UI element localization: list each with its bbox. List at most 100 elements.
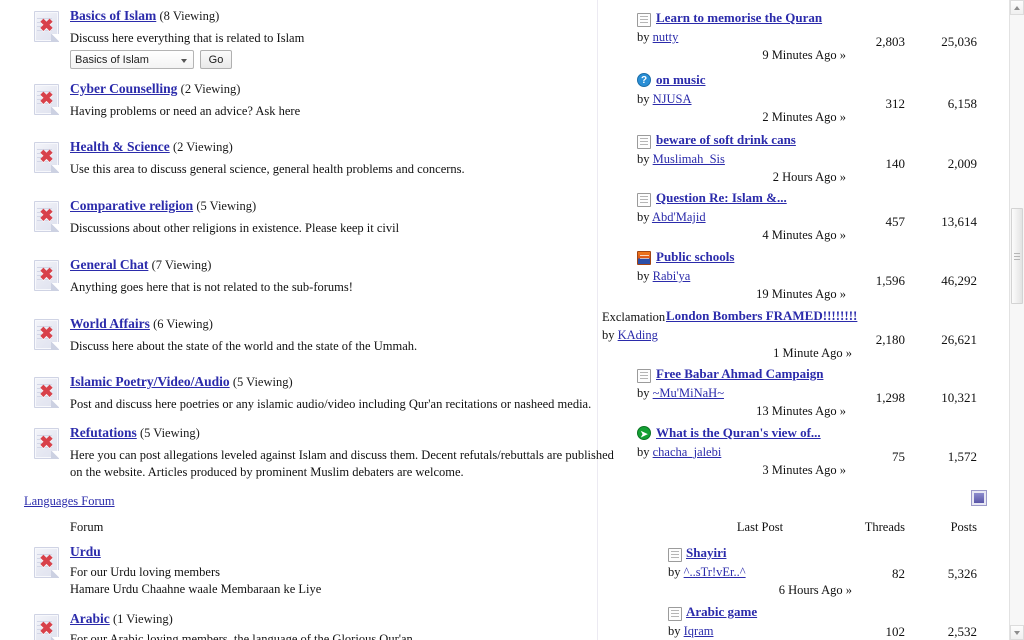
forum-description: Use this area to discuss general science… (70, 162, 465, 176)
forum-description: For our Urdu loving members (70, 565, 220, 579)
thread-author-line: by nutty (637, 30, 678, 45)
thread-author-line: by Rabi'ya (637, 269, 690, 284)
chevron-down-icon (1014, 630, 1020, 635)
thread-timestamp: 13 Minutes Ago » (756, 404, 846, 418)
forum-link[interactable]: General Chat (70, 257, 148, 272)
thread-title-link[interactable]: What is the Quran's view of... (656, 425, 821, 441)
column-header-posts: Posts (950, 520, 977, 534)
thread-author-line: by Muslimah_Sis (637, 152, 725, 167)
forum-description: Discussions about other religions in exi… (70, 221, 400, 235)
forum-link[interactable]: Basics of Islam (70, 8, 156, 23)
thread-title-link[interactable]: London Bombers FRAMED!!!!!!!! (666, 308, 857, 324)
by-label: by (668, 565, 681, 579)
threads-count: 457 (885, 214, 906, 229)
doc-icon (637, 369, 651, 383)
forum-viewing-count: (2 Viewing) (180, 82, 241, 96)
forum-description: For our Arabic loving members, the langu… (70, 632, 413, 640)
author-link[interactable]: Muslimah_Sis (653, 152, 725, 166)
thread-timestamp: 19 Minutes Ago » (756, 287, 846, 301)
author-link[interactable]: KAding (618, 328, 658, 342)
by-label: by (637, 269, 650, 283)
forum-link[interactable]: Cyber Counselling (70, 81, 177, 96)
thread-title-link[interactable]: on music (656, 72, 705, 88)
thread-title-link[interactable]: Public schools (656, 249, 734, 265)
author-link[interactable]: nutty (653, 30, 679, 44)
column-divider (597, 0, 598, 640)
threads-count: 2,803 (875, 34, 905, 49)
forum-link[interactable]: Urdu (70, 544, 101, 559)
doc-icon (637, 193, 651, 207)
forum-viewing-count: (5 Viewing) (232, 375, 293, 389)
forum-jump-box: Basics of Islam Go (70, 50, 232, 69)
forum-description: Post and discuss here poetries or any is… (70, 397, 592, 411)
scrollbar-thumb[interactable] (1011, 208, 1023, 304)
forum-title-line: Urdu (70, 544, 101, 560)
vertical-scrollbar[interactable] (1009, 0, 1024, 640)
thread-title-link[interactable]: Shayiri (686, 545, 726, 561)
by-label: by (602, 328, 615, 342)
author-link[interactable]: Rabi'ya (653, 269, 691, 283)
forum-title-line: Health & Science (2 Viewing) (70, 139, 233, 155)
by-label: by (637, 30, 650, 44)
doc-icon (637, 135, 651, 149)
forum-title-line: Arabic (1 Viewing) (70, 611, 173, 627)
scroll-up-button[interactable] (1010, 0, 1024, 15)
forum-status-icon: ✖ (28, 318, 64, 352)
thread-title-link[interactable]: Learn to memorise the Quran (656, 10, 822, 26)
forum-link[interactable]: Comparative religion (70, 198, 193, 213)
author-link[interactable]: Abd'Majid (652, 210, 706, 224)
collapse-section-button[interactable] (972, 491, 986, 505)
posts-count: 5,326 (947, 566, 977, 581)
thread-title-link[interactable]: Question Re: Islam &... (656, 190, 787, 206)
author-link[interactable]: ~Mu'MiNaH~ (653, 386, 724, 400)
posts-count: 1,572 (947, 449, 977, 464)
arrow-icon: ➤ (637, 426, 651, 440)
forum-title-line: Refutations (5 Viewing) (70, 425, 200, 441)
author-link[interactable]: ^..sTr!vEr..^ (684, 565, 746, 579)
threads-count: 75 (892, 449, 905, 464)
thread-timestamp: 2 Hours Ago » (772, 170, 846, 184)
thread-author-line: by NJUSA (637, 92, 692, 107)
forum-viewing-count: (5 Viewing) (140, 426, 200, 440)
forum-link[interactable]: Refutations (70, 425, 137, 440)
forum-link[interactable]: World Affairs (70, 316, 150, 331)
forum-title-line: Islamic Poetry/Video/Audio (5 Viewing) (70, 374, 293, 390)
forum-title-line: Comparative religion (5 Viewing) (70, 198, 256, 214)
forum-description-line2: on the website. Articles produced by pro… (70, 465, 464, 479)
posts-count: 2,532 (947, 624, 977, 639)
forum-title-line: Basics of Islam (8 Viewing) (70, 8, 219, 24)
doc-icon (668, 607, 682, 621)
forum-description-line2: Hamare Urdu Chaahne waale Membaraan ke L… (70, 582, 322, 596)
poll-icon (637, 251, 651, 265)
threads-count: 2,180 (875, 332, 905, 347)
posts-count: 6,158 (947, 96, 977, 111)
forum-link[interactable]: Islamic Poetry/Video/Audio (70, 374, 230, 389)
forum-page: ✖ Basics of Islam (8 Viewing) Discuss he… (0, 0, 1024, 640)
doc-icon (668, 548, 682, 562)
thread-title-link[interactable]: beware of soft drink cans (656, 132, 796, 148)
forum-viewing-count: (2 Viewing) (172, 140, 233, 154)
languages-forum-link[interactable]: Languages Forum (24, 494, 115, 509)
by-label: by (637, 152, 650, 166)
author-link[interactable]: NJUSA (653, 92, 692, 106)
forum-link[interactable]: Health & Science (70, 139, 170, 154)
author-link[interactable]: chacha_jalebi (653, 445, 722, 459)
forum-jump-select[interactable]: Basics of Islam (70, 50, 194, 69)
author-link[interactable]: Iqram (684, 624, 714, 638)
go-button[interactable]: Go (200, 50, 232, 69)
forum-viewing-count: (7 Viewing) (151, 258, 212, 272)
thread-author-line: by Iqram (668, 624, 713, 639)
forum-status-icon: ✖ (28, 259, 64, 293)
scroll-down-button[interactable] (1010, 625, 1024, 640)
forum-description: Discuss here about the state of the worl… (70, 339, 418, 353)
forum-title-line: General Chat (7 Viewing) (70, 257, 211, 273)
thread-title-link[interactable]: Free Babar Ahmad Campaign (656, 366, 823, 382)
column-header-forum: Forum (70, 520, 104, 534)
forum-link[interactable]: Arabic (70, 611, 110, 626)
column-header-threads: Threads (864, 520, 905, 534)
thread-title-link[interactable]: Arabic game (686, 604, 757, 620)
by-label: by (637, 445, 650, 459)
forum-status-icon: ✖ (28, 613, 64, 640)
posts-count: 46,292 (941, 273, 977, 288)
forum-description: Here you can post allegations leveled ag… (70, 448, 614, 462)
